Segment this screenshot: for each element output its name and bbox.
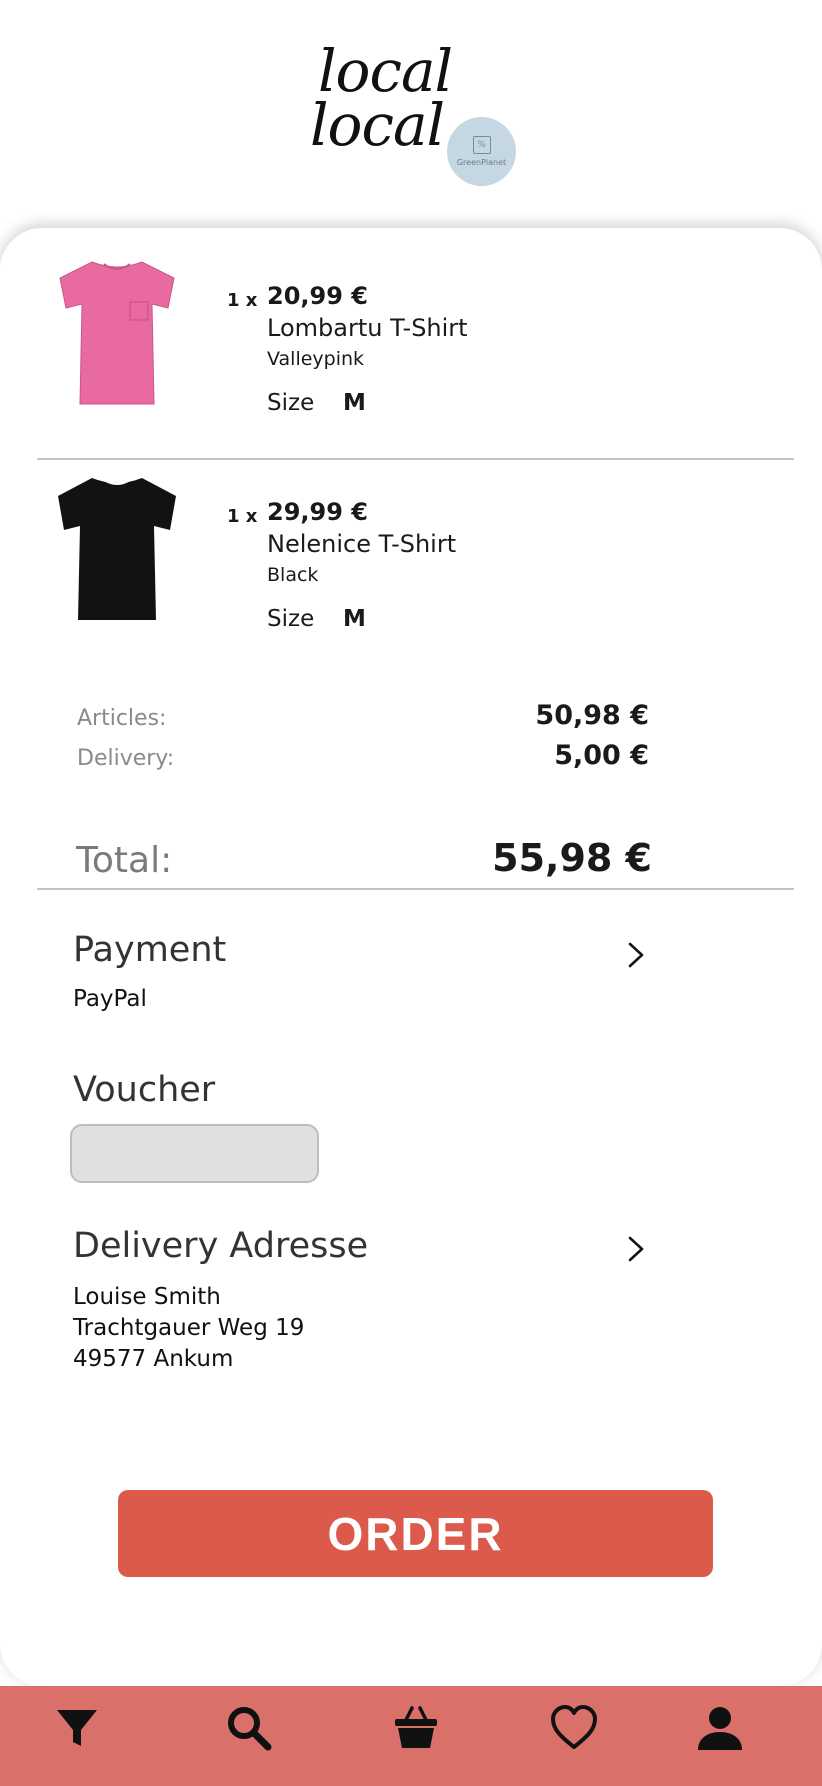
address-name: Louise Smith [73, 1284, 221, 1310]
chevron-right-icon[interactable] [620, 1234, 650, 1264]
item-name: Nelenice T-Shirt [267, 530, 457, 558]
item-price: 29,99 € [267, 498, 368, 526]
voucher-input[interactable] [70, 1124, 319, 1183]
search-icon[interactable] [225, 1704, 273, 1752]
voucher-title: Voucher [73, 1070, 216, 1110]
greenplanet-badge: % GreenPlanet [447, 117, 516, 186]
logo-line-2: local [310, 91, 445, 159]
delivery-address-title[interactable]: Delivery Adresse [73, 1226, 368, 1266]
image-placeholder-icon: % [472, 136, 491, 154]
delivery-cost-label: Delivery: [77, 746, 175, 771]
item-quantity: 1 x [227, 506, 258, 527]
filter-icon[interactable] [53, 1704, 101, 1752]
articles-label: Articles: [77, 706, 167, 731]
total-label: Total: [76, 840, 173, 881]
item-price: 20,99 € [267, 282, 368, 310]
basket-icon[interactable] [392, 1704, 440, 1752]
item-name: Lombartu T-Shirt [267, 314, 468, 342]
product-image-pink-tshirt [59, 261, 175, 405]
product-image-black-tshirt [58, 478, 176, 620]
articles-value: 50,98 € [535, 700, 649, 731]
heart-icon[interactable] [550, 1704, 598, 1752]
address-street: Trachtgauer Weg 19 [73, 1315, 305, 1341]
item-size-value[interactable]: M [343, 606, 366, 632]
item-size-label: Size [267, 606, 315, 632]
logo-line-1: local [318, 37, 453, 105]
total-value: 55,98 € [492, 836, 652, 880]
item-color: Black [267, 564, 319, 586]
item-quantity: 1 x [227, 290, 258, 311]
item-size-label: Size [267, 390, 315, 416]
cart-item[interactable]: 1 x 29,99 € Nelenice T-Shirt Black Size … [0, 464, 822, 664]
brand-logo[interactable]: local local [310, 37, 453, 154]
payment-title[interactable]: Payment [73, 930, 226, 970]
address-city: 49577 Ankum [73, 1346, 234, 1372]
item-size-value[interactable]: M [343, 390, 366, 416]
cart-item[interactable]: 1 x 20,99 € Lombartu T-Shirt Valleypink … [0, 248, 822, 448]
header: local local % GreenPlanet [0, 0, 822, 230]
checkout-card: 1 x 20,99 € Lombartu T-Shirt Valleypink … [0, 228, 822, 1686]
bottom-navigation [0, 1686, 822, 1786]
chevron-right-icon[interactable] [620, 940, 650, 970]
item-color: Valleypink [267, 348, 365, 370]
delivery-cost-value: 5,00 € [554, 740, 649, 771]
user-icon[interactable] [696, 1704, 744, 1752]
badge-label: GreenPlanet [456, 158, 507, 167]
item-divider [37, 458, 794, 460]
total-divider [37, 888, 794, 890]
payment-method: PayPal [73, 986, 147, 1012]
order-button[interactable]: ORDER [118, 1490, 713, 1577]
